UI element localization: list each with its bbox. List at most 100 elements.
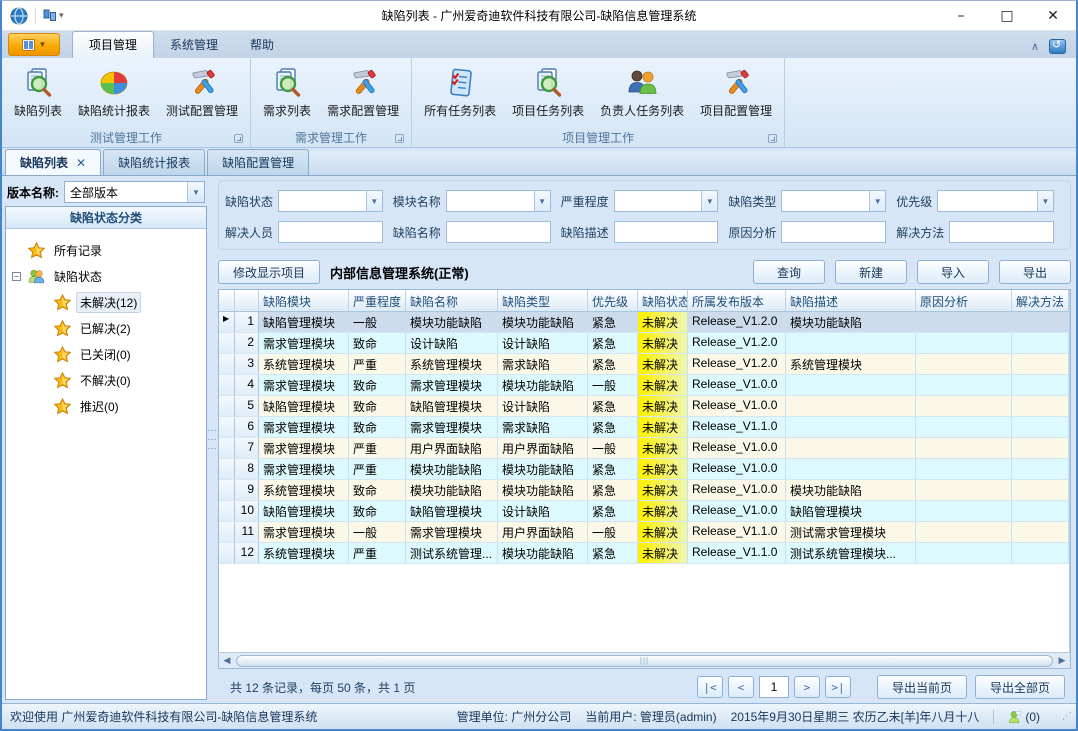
page-number-input[interactable] [759,676,789,698]
cell[interactable] [1012,438,1069,458]
cell[interactable] [786,417,916,437]
cell[interactable] [1012,459,1069,479]
table-row[interactable]: ▶1缺陷管理模块一般模块功能缺陷模块功能缺陷紧急未解决Release_V1.2.… [219,312,1069,333]
cell[interactable]: Release_V1.0.0 [688,501,786,521]
dialog-launcher-icon[interactable] [768,134,777,143]
row-indicator[interactable] [219,333,235,353]
cell[interactable]: Release_V1.1.0 [688,522,786,542]
close-button[interactable]: ✕ [1030,1,1076,30]
cell[interactable]: 模块功能缺陷 [498,312,588,332]
grid-header-缺陷状态[interactable]: 缺陷状态 [638,290,688,311]
cell[interactable] [916,501,1012,521]
row-indicator[interactable] [219,459,235,479]
cell[interactable] [1012,333,1069,353]
quick-access-toolbar-button[interactable]: ▾ [43,9,64,23]
filter-resolver-input[interactable] [278,221,383,243]
maximize-button[interactable]: □ [984,1,1030,30]
table-row[interactable]: 5缺陷管理模块致命缺陷管理模块设计缺陷紧急未解决Release_V1.0.0 [219,396,1069,417]
cell[interactable]: 需求管理模块 [259,522,349,542]
version-select[interactable]: 全部版本 ▼ [64,181,205,203]
ribbon-tab-project[interactable]: 项目管理 [72,31,154,58]
grid-header-cell[interactable] [219,290,235,311]
table-row[interactable]: 12系统管理模块严重测试系统管理...模块功能缺陷紧急未解决Release_V1… [219,543,1069,564]
cell[interactable]: 用户界面缺陷 [498,438,588,458]
cell[interactable]: 未解决 [638,438,688,458]
cell[interactable] [916,375,1012,395]
cell[interactable]: Release_V1.0.0 [688,396,786,416]
cell[interactable]: 模块功能缺陷 [406,480,498,500]
tree-item-已关闭(0)[interactable]: 已关闭(0) [6,341,206,367]
cell[interactable]: 测试系统管理模块... [786,543,916,563]
tree-item-已解决(2)[interactable]: 已解决(2) [6,315,206,341]
row-indicator[interactable] [219,396,235,416]
filter-cause-analysis-input[interactable] [781,221,886,243]
ribbon-button-所有任务列表[interactable]: 所有任务列表 [416,62,504,121]
doc-tab-defect-list[interactable]: 缺陷列表 ✕ [5,149,101,175]
cell[interactable] [916,522,1012,542]
filter-module-name-field[interactable] [447,191,534,211]
ribbon-button-缺陷统计报表[interactable]: 缺陷统计报表 [70,62,158,121]
table-row[interactable]: 3系统管理模块严重系统管理模块需求缺陷紧急未解决Release_V1.2.0系统… [219,354,1069,375]
filter-defect-status-select[interactable]: ▼ [278,190,383,212]
cell[interactable]: 测试需求管理模块 [786,522,916,542]
row-indicator[interactable] [219,375,235,395]
filter-severity-select[interactable]: ▼ [614,190,719,212]
cell[interactable]: 模块功能缺陷 [786,312,916,332]
cell[interactable]: 系统管理模块 [259,543,349,563]
cell[interactable]: 模块功能缺陷 [498,459,588,479]
cell[interactable]: 用户界面缺陷 [406,438,498,458]
row-indicator[interactable] [219,438,235,458]
grid-header-原因分析[interactable]: 原因分析 [916,290,1012,311]
cell[interactable]: 紧急 [588,417,638,437]
filter-module-name-select[interactable]: ▼ [446,190,551,212]
cell[interactable]: 缺陷管理模块 [259,312,349,332]
grid-header-所属发布版本[interactable]: 所属发布版本 [688,290,786,311]
cell[interactable] [786,333,916,353]
cell[interactable]: Release_V1.2.0 [688,333,786,353]
table-row[interactable]: 9系统管理模块致命模块功能缺陷模块功能缺陷紧急未解决Release_V1.0.0… [219,480,1069,501]
cell[interactable]: 需求管理模块 [406,522,498,542]
cell[interactable]: 缺陷管理模块 [406,396,498,416]
cell[interactable]: 用户界面缺陷 [498,522,588,542]
cell[interactable]: 模块功能缺陷 [406,312,498,332]
row-number[interactable]: 11 [235,522,259,542]
cell[interactable]: 严重 [349,438,406,458]
filter-solution-input[interactable] [949,221,1054,243]
cell[interactable]: 模块功能缺陷 [498,543,588,563]
first-page-button[interactable]: |< [697,676,723,698]
scroll-right-icon[interactable]: ▶ [1054,655,1070,666]
row-number[interactable]: 6 [235,417,259,437]
chevron-down-icon[interactable]: ▼ [534,191,550,211]
row-number[interactable]: 7 [235,438,259,458]
messages-indicator[interactable]: (0) [1008,710,1040,724]
cell[interactable]: 严重 [349,354,406,374]
filter-defect-desc-input[interactable] [614,221,719,243]
cell[interactable]: 未解决 [638,480,688,500]
cell[interactable]: 未解决 [638,501,688,521]
cell[interactable]: 需求管理模块 [259,333,349,353]
cell[interactable]: 未解决 [638,333,688,353]
grid-header-缺陷类型[interactable]: 缺陷类型 [498,290,588,311]
row-number[interactable]: 4 [235,375,259,395]
next-page-button[interactable]: > [794,676,820,698]
chevron-down-icon[interactable]: ▼ [187,182,204,202]
modify-display-items-button[interactable]: 修改显示项目 [218,260,320,284]
cell[interactable]: Release_V1.2.0 [688,312,786,332]
cell[interactable] [916,480,1012,500]
tree-item-所有记录[interactable]: 所有记录 [6,237,206,263]
cell[interactable]: 需求缺陷 [498,354,588,374]
cell[interactable]: 紧急 [588,354,638,374]
cell[interactable]: Release_V1.0.0 [688,438,786,458]
cell[interactable] [1012,522,1069,542]
tree-item-缺陷状态[interactable]: − 缺陷状态 [6,263,206,289]
filter-defect-status-field[interactable] [279,191,366,211]
cell[interactable]: 未解决 [638,543,688,563]
cell[interactable]: 未解决 [638,312,688,332]
cell[interactable] [786,396,916,416]
cell[interactable]: 模块功能缺陷 [406,459,498,479]
cell[interactable]: 紧急 [588,396,638,416]
cell[interactable]: 致命 [349,480,406,500]
filter-priority-field[interactable] [938,191,1037,211]
cell[interactable]: 需求管理模块 [259,438,349,458]
grid-header-cell[interactable] [235,290,259,311]
